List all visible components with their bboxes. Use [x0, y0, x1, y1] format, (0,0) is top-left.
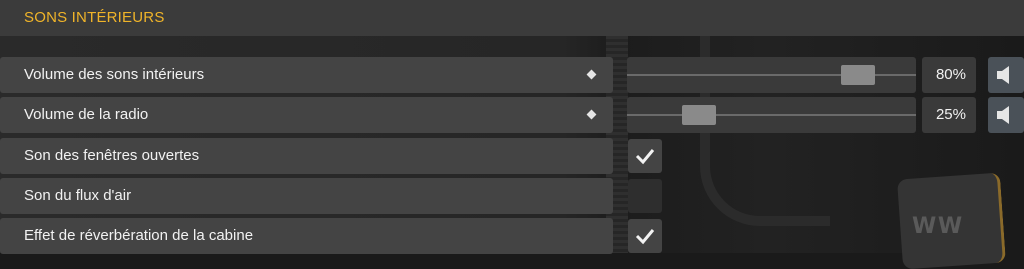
section-title: SONS INTÉRIEURS — [24, 9, 165, 26]
checkmark-icon — [635, 149, 655, 165]
setting-row-radio-volume[interactable]: Volume de la radio — [0, 97, 613, 133]
value-text: 80% — [935, 66, 966, 83]
setting-label: Volume de la radio — [24, 106, 149, 123]
setting-row-interior-volume[interactable]: Volume des sons intérieurs — [0, 57, 613, 93]
radio-volume-mute-button[interactable] — [988, 97, 1024, 133]
setting-row-cabin-reverb[interactable]: Effet de réverbération de la cabine — [0, 218, 613, 254]
cabin-reverb-checkbox[interactable] — [628, 219, 662, 253]
brand-logo: W W — [912, 214, 962, 239]
setting-label: Volume des sons intérieurs — [24, 66, 205, 83]
interior-volume-slider[interactable] — [627, 57, 916, 93]
modified-diamond-icon — [586, 109, 597, 120]
checkmark-icon — [635, 229, 655, 245]
setting-row-airflow[interactable]: Son du flux d'air — [0, 178, 613, 214]
setting-label: Son du flux d'air — [24, 187, 132, 204]
value-text: 25% — [935, 106, 966, 123]
slider-thumb[interactable] — [682, 105, 717, 125]
radio-volume-value: 25% — [922, 97, 976, 133]
airflow-checkbox[interactable] — [628, 179, 662, 213]
interior-volume-value: 80% — [922, 57, 976, 93]
setting-label: Son des fenêtres ouvertes — [24, 147, 200, 164]
slider-track-line — [627, 114, 916, 116]
modified-diamond-icon — [586, 69, 597, 80]
setting-label: Effet de réverbération de la cabine — [24, 227, 254, 244]
open-windows-checkbox[interactable] — [628, 139, 662, 173]
interior-volume-mute-button[interactable] — [988, 57, 1024, 93]
section-header: SONS INTÉRIEURS — [0, 0, 1024, 36]
speaker-icon — [997, 106, 1009, 124]
speaker-icon — [997, 66, 1009, 84]
radio-volume-slider[interactable] — [627, 97, 916, 133]
setting-row-open-windows[interactable]: Son des fenêtres ouvertes — [0, 138, 613, 174]
slider-thumb[interactable] — [841, 65, 876, 85]
